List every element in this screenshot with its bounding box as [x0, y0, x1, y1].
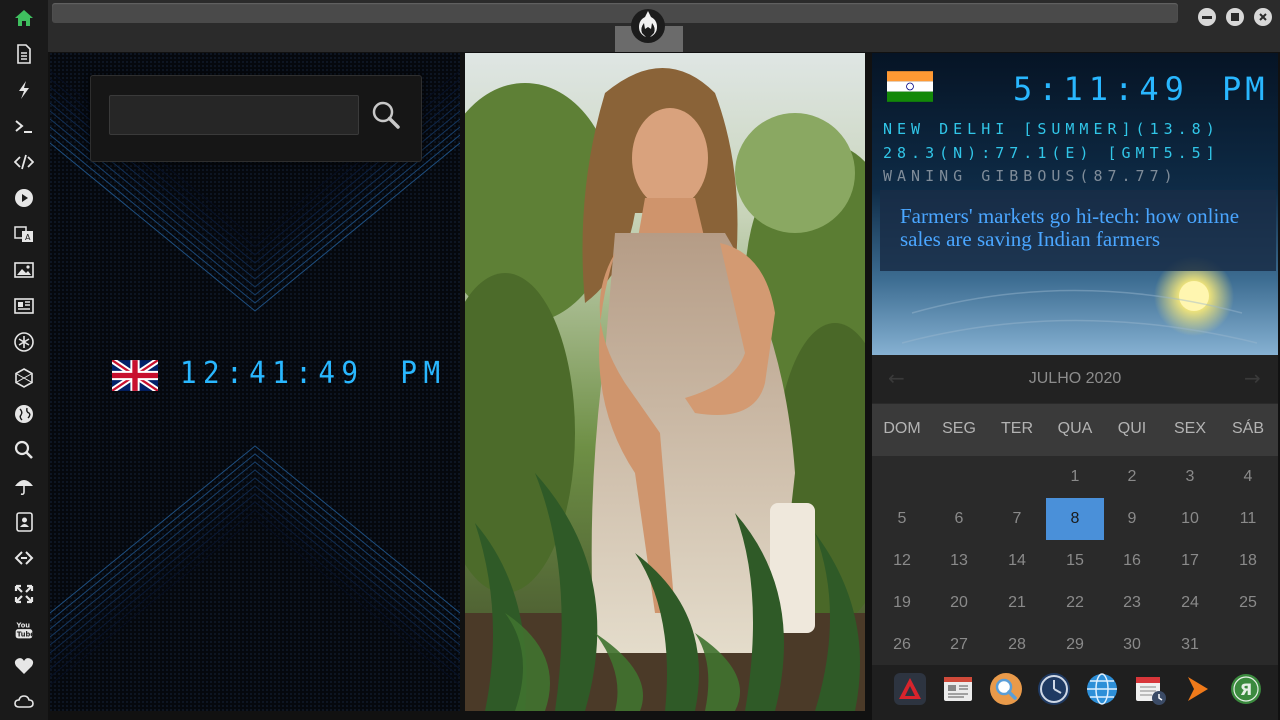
uk-clock-ampm: PM — [400, 356, 447, 391]
magnifier-icon — [372, 101, 400, 129]
calendar-day[interactable]: 10 — [1161, 498, 1219, 540]
expand-icon[interactable] — [12, 582, 36, 606]
calendar-day[interactable]: 19 — [873, 582, 931, 624]
newspaper-icon[interactable] — [12, 294, 36, 318]
calendar-day[interactable]: 29 — [1046, 624, 1104, 666]
calendar-prev-arrow-icon[interactable]: ← — [888, 366, 905, 390]
globe-icon[interactable] — [12, 402, 36, 426]
india-clock-time: 5:11:49 — [1013, 70, 1190, 108]
calendar-day[interactable]: 22 — [1046, 582, 1104, 624]
location-name: NEW DELHI [SUMMER](13.8) — [883, 120, 1220, 138]
youtube-icon[interactable]: You Tube — [12, 618, 36, 642]
calendar-day[interactable]: 26 — [873, 624, 931, 666]
document-icon[interactable] — [12, 42, 36, 66]
app-dock — [872, 665, 1278, 720]
hexagon-icon[interactable] — [12, 366, 36, 390]
news-headline[interactable]: Farmers' markets go hi-tech: how online … — [900, 205, 1270, 251]
uk-clock-time: 12:41:49 — [180, 356, 365, 391]
weekday-label: SEX — [1173, 420, 1206, 437]
yandex-label: Я — [1240, 680, 1252, 699]
location-line-1: NEW DELHI [SUMMER](13.8) — [883, 120, 1220, 138]
india-clock-ampm: PM — [1222, 70, 1269, 108]
calendar-day[interactable]: 13 — [930, 540, 988, 582]
calendar-day[interactable]: 7 — [988, 498, 1046, 540]
calendar-day[interactable]: 6 — [930, 498, 988, 540]
image-icon[interactable] — [12, 258, 36, 282]
minimize-button[interactable] — [1198, 8, 1216, 26]
india-flag-icon — [887, 71, 933, 102]
calendar-day-selected[interactable]: 8 — [1046, 498, 1104, 540]
calendar-day[interactable]: 12 — [873, 540, 931, 582]
weekday-label: DOM — [883, 420, 921, 437]
calendar-day[interactable]: 4 — [1219, 456, 1277, 498]
uk-flag-icon — [110, 357, 160, 394]
weekday-label: QUI — [1117, 420, 1147, 437]
search-app-icon[interactable] — [988, 671, 1024, 707]
svg-text:Tube: Tube — [17, 631, 34, 639]
yandex-app-icon[interactable]: Я — [1228, 671, 1264, 707]
weekday-label: SÁB — [1231, 420, 1264, 437]
calendar-day[interactable]: 20 — [930, 582, 988, 624]
terminal-icon[interactable] — [12, 114, 36, 138]
wallpaper-photo — [465, 53, 865, 711]
calendar-day[interactable]: 5 — [873, 498, 931, 540]
globe-app-icon[interactable] — [1084, 671, 1120, 707]
calendar-day[interactable]: 3 — [1161, 456, 1219, 498]
contacts-icon[interactable] — [12, 510, 36, 534]
location-line-2: 28.3(N):77.1(E) [GMT5.5] — [883, 144, 1220, 162]
sidebar: A You Tube — [0, 0, 48, 720]
uk-clock: 12:41:49 PM — [180, 356, 447, 391]
arrow-app-icon[interactable] — [892, 671, 928, 707]
calendar-day[interactable]: 9 — [1103, 498, 1161, 540]
calendar-next-arrow-icon[interactable]: → — [1244, 366, 1261, 390]
home-icon[interactable] — [12, 6, 36, 30]
calendar-day[interactable]: 11 — [1219, 498, 1277, 540]
link-icon[interactable] — [12, 546, 36, 570]
search-input[interactable] — [109, 95, 359, 135]
asterisk-icon[interactable] — [12, 330, 36, 354]
news-app-icon[interactable] — [940, 671, 976, 707]
weekday-label: QUA — [1057, 420, 1093, 437]
rebel-emblem-icon — [628, 6, 668, 46]
code-icon[interactable] — [12, 150, 36, 174]
calendar-day[interactable]: 28 — [988, 624, 1046, 666]
calendar-day[interactable]: 31 — [1161, 624, 1219, 666]
location-line-3: WANING GIBBOUS(87.77) — [883, 167, 1178, 185]
calendar-day[interactable]: 18 — [1219, 540, 1277, 582]
calendar-day[interactable]: 1 — [1046, 456, 1104, 498]
moon-phase: WANING GIBBOUS(87.77) — [883, 167, 1178, 185]
calendar-day[interactable]: 17 — [1161, 540, 1219, 582]
location-coordinates: 28.3(N):77.1(E) [GMT5.5] — [883, 144, 1220, 162]
calendar-day[interactable]: 23 — [1103, 582, 1161, 624]
cloud-icon[interactable] — [12, 690, 36, 714]
title-drag-area[interactable] — [52, 3, 1178, 23]
calendar-day[interactable]: 30 — [1103, 624, 1161, 666]
umbrella-icon[interactable] — [12, 474, 36, 498]
calendar-day[interactable]: 2 — [1103, 456, 1161, 498]
calendar-day[interactable]: 15 — [1046, 540, 1104, 582]
translate-icon[interactable]: A — [12, 222, 36, 246]
maximize-button[interactable] — [1226, 8, 1244, 26]
calendar-day[interactable]: 14 — [988, 540, 1046, 582]
calendar-day[interactable]: 16 — [1103, 540, 1161, 582]
weekday-label: SEG — [942, 420, 976, 437]
calendar-day[interactable]: 25 — [1219, 582, 1277, 624]
calendar-month-title: JULHO 2020 — [1028, 370, 1122, 387]
lightning-icon[interactable] — [12, 78, 36, 102]
heart-icon[interactable] — [12, 654, 36, 678]
calendar-day[interactable]: 27 — [930, 624, 988, 666]
calendar-app-icon[interactable] — [1132, 671, 1168, 707]
svg-text:A: A — [25, 233, 31, 242]
weekday-label: TER — [1001, 420, 1033, 437]
clock-app-icon[interactable] — [1036, 671, 1072, 707]
svg-text:You: You — [16, 622, 31, 630]
play-app-icon[interactable] — [1180, 671, 1216, 707]
play-icon[interactable] — [12, 186, 36, 210]
calendar-day[interactable]: 21 — [988, 582, 1046, 624]
close-button[interactable] — [1254, 8, 1272, 26]
calendar-day[interactable]: 24 — [1161, 582, 1219, 624]
search-button[interactable] — [368, 97, 404, 133]
search-icon[interactable] — [12, 438, 36, 462]
